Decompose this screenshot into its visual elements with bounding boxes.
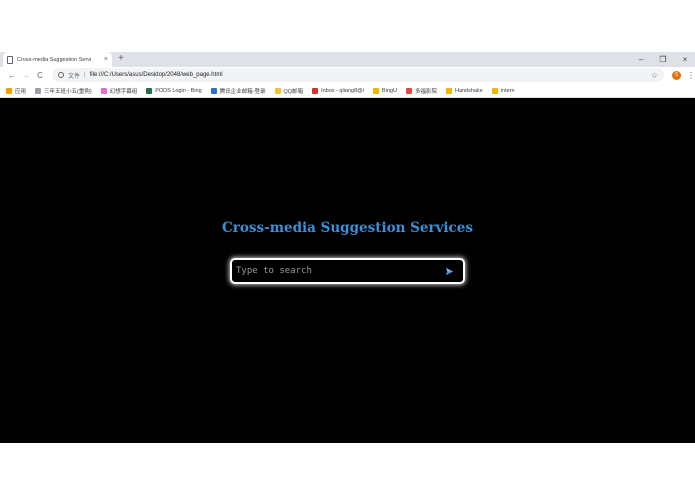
folder-icon <box>372 87 379 94</box>
document-icon <box>7 55 13 64</box>
browser-tab[interactable]: Cross-media Suggestion Servi × <box>3 52 112 67</box>
new-tab-button[interactable]: + <box>118 53 124 65</box>
bookmark-star-icon[interactable]: ☆ <box>651 71 658 80</box>
browser-menu-icon[interactable]: ⋮ <box>687 71 695 80</box>
info-icon[interactable] <box>58 72 64 78</box>
address-bar[interactable]: 文件 | file:///C:/Users/asus/Desktop/2048/… <box>52 68 664 82</box>
bookmark-label: 幻想字幕组 <box>109 88 138 95</box>
folder-icon <box>491 87 498 94</box>
restore-button[interactable]: ❐ <box>659 55 667 64</box>
top-blank-area <box>0 0 695 52</box>
address-scheme-label: 文件 <box>68 73 81 80</box>
bookmark-label: 多福影院 <box>414 88 437 95</box>
page-title: Cross-media Suggestion Services <box>222 220 473 236</box>
gmail-icon <box>312 87 319 94</box>
bookmark-label: QQ邮箱 <box>283 88 304 95</box>
folder-icon <box>445 87 452 94</box>
bookmark-label: PODS Login - Bing <box>155 87 202 94</box>
bookmark-label: Handshake <box>454 87 483 94</box>
bottom-blank-area <box>0 443 695 494</box>
site-icon <box>146 87 153 94</box>
close-window-button[interactable]: × <box>681 55 689 64</box>
dash-icon <box>35 87 42 94</box>
tab-close-icon[interactable]: × <box>104 56 108 63</box>
back-button[interactable]: ← <box>5 71 19 80</box>
address-separator: | <box>84 72 86 78</box>
search-input[interactable] <box>236 266 443 276</box>
bookmark-label: intern <box>500 87 515 94</box>
send-arrow-icon <box>445 267 453 275</box>
bookmark-item[interactable]: Inbox - qliang8@i <box>312 87 364 94</box>
bookmark-item[interactable]: 三年五班小五(重购) <box>35 87 92 95</box>
profile-avatar[interactable]: S <box>672 70 681 80</box>
qq-icon <box>274 87 281 94</box>
apps-grid-icon <box>6 87 12 94</box>
bookmark-item[interactable]: intern <box>491 87 515 94</box>
address-url[interactable]: file:///C:/Users/asus/Desktop/2048/web_p… <box>90 72 223 78</box>
browser-toolbar: ← → C 文件 | file:///C:/Users/asus/Desktop… <box>0 67 695 83</box>
bookmark-label: 应用 <box>15 88 27 95</box>
mail-icon <box>210 87 217 94</box>
bookmark-item[interactable]: QQ邮箱 <box>274 87 304 95</box>
bookmark-item[interactable]: PODS Login - Bing <box>146 87 202 94</box>
search-submit-button[interactable] <box>443 265 455 277</box>
bookmark-item[interactable]: Handshake <box>445 87 483 94</box>
window-controls: – ❐ × <box>637 52 689 67</box>
tab-title: Cross-media Suggestion Servi <box>17 56 92 63</box>
bookmark-item[interactable]: 幻想字幕组 <box>100 87 138 95</box>
search-box <box>230 258 465 284</box>
bookmark-label: 三年五班小五(重购) <box>44 88 92 95</box>
bookmark-item[interactable]: 应用 <box>6 87 26 95</box>
minimize-button[interactable]: – <box>637 55 645 64</box>
bookmark-label: 腾讯企业邮箱-登录 <box>219 88 266 95</box>
bookmark-item[interactable]: 腾讯企业邮箱-登录 <box>210 87 266 95</box>
site-icon <box>405 87 412 94</box>
bookmark-item[interactable]: BingU <box>372 87 397 94</box>
site-icon <box>100 87 107 94</box>
bookmarks-bar: 应用 三年五班小五(重购) 幻想字幕组 PODS Login - Bing 腾讯企业邮箱… <box>0 84 695 98</box>
forward-button[interactable]: → <box>19 71 33 80</box>
bookmark-label: BingU <box>381 87 397 94</box>
bookmark-item[interactable]: 多福影院 <box>405 87 437 95</box>
bookmark-label: Inbox - qliang8@i <box>321 87 364 94</box>
page-content: Cross-media Suggestion Services <box>0 98 695 443</box>
reload-button[interactable]: C <box>33 71 47 80</box>
